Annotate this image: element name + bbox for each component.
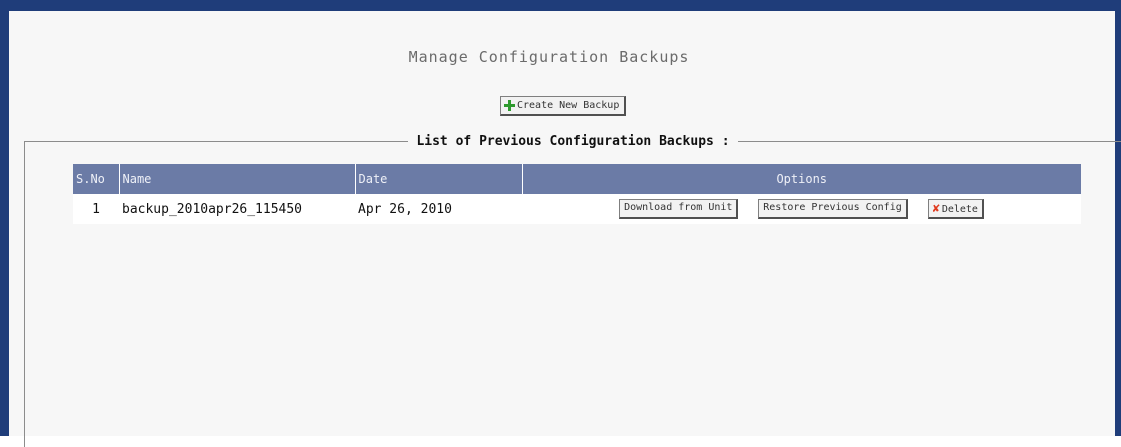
delete-button[interactable]: ✘ Delete xyxy=(927,199,984,219)
backups-legend: List of Previous Configuration Backups : xyxy=(416,134,730,149)
download-button[interactable]: Download from Unit xyxy=(619,199,739,219)
column-header-name: Name xyxy=(118,164,355,194)
page-title: Manage Configuration Backups xyxy=(408,48,690,66)
create-backup-button[interactable]: Create New Backup xyxy=(500,96,627,116)
cell-date: Apr 26, 2010 xyxy=(355,194,522,224)
close-icon: ✘ xyxy=(932,201,940,215)
app-frame: Manage Configuration Backups Create New … xyxy=(0,0,1121,447)
backups-fieldset: List of Previous Configuration Backups :… xyxy=(24,134,1121,447)
column-header-options: Options xyxy=(521,164,1081,194)
cell-sno: 1 xyxy=(73,194,119,224)
plus-icon xyxy=(504,100,515,111)
column-header-date: Date xyxy=(354,164,522,194)
column-header-sno: S.No xyxy=(73,164,119,194)
cell-name: backup_2010apr26_115450 xyxy=(119,194,355,224)
delete-label: Delete xyxy=(941,204,978,215)
table-header-row: S.No Name Date Options xyxy=(73,164,1081,194)
table-row: 1 backup_2010apr26_115450 Apr 26, 2010 D… xyxy=(73,194,1081,224)
backups-table: S.No Name Date Options 1 backup_2010apr2… xyxy=(73,164,1081,224)
cell-options: Download from Unit Restore Previous Conf… xyxy=(522,194,1081,224)
restore-button[interactable]: Restore Previous Config xyxy=(758,199,908,219)
create-backup-label: Create New Backup xyxy=(517,100,620,111)
